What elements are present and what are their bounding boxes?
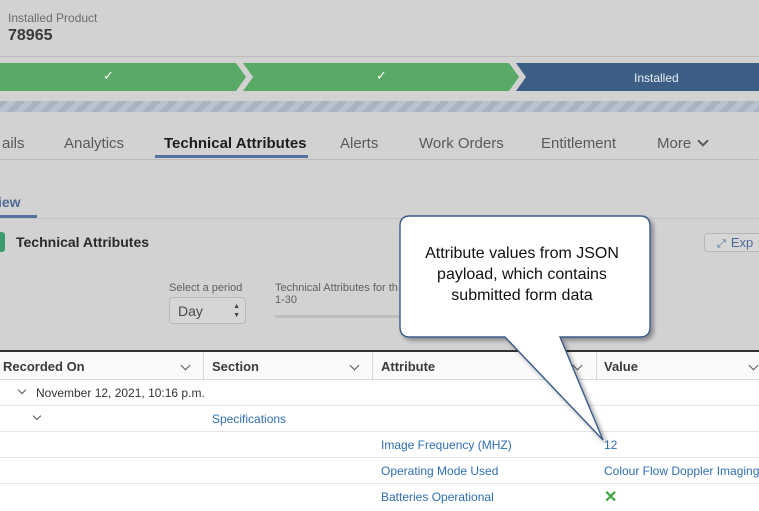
tab-entitlement[interactable]: Entitlement (541, 135, 616, 152)
subtab-divider (0, 218, 759, 219)
check-icon: ✓ (376, 68, 387, 83)
tab-more-label: More (657, 135, 692, 152)
column-divider (596, 352, 597, 381)
chevron-down-icon[interactable] (32, 411, 42, 421)
status-path: ✓ ✓ Installed (0, 63, 759, 91)
attribute-link[interactable]: Image Frequency (MHZ) (381, 438, 512, 452)
column-header-attribute[interactable]: Attribute (381, 359, 435, 374)
tab-more[interactable]: More (657, 135, 709, 152)
subtab-view[interactable]: iew (0, 194, 21, 210)
value-link[interactable]: Colour Flow Doppler Imaging (604, 464, 759, 478)
attribute-link[interactable]: Operating Mode Used (381, 464, 498, 478)
chevron-down-icon[interactable] (572, 360, 583, 371)
check-icon: ✓ (103, 68, 114, 83)
period-select[interactable]: Day ▲ ▼ (169, 297, 246, 324)
section-link[interactable]: Specifications (212, 412, 286, 426)
period-label: Select a period (169, 282, 243, 294)
path-stage-1[interactable] (0, 63, 246, 91)
recorded-on-cell: November 12, 2021, 10:16 p.m. (36, 386, 205, 400)
record-header: Installed Product 78965 (8, 11, 97, 45)
column-header-recorded-on[interactable]: Recorded On (3, 359, 85, 374)
record-type-label: Installed Product (8, 11, 98, 25)
expand-button[interactable]: ⤢ Exp (704, 233, 759, 252)
expand-icon: ⤢ (717, 238, 726, 250)
column-divider (372, 352, 373, 381)
tab-details[interactable]: ails (2, 135, 25, 152)
column-divider (203, 352, 204, 381)
record-number: 78965 (8, 27, 53, 44)
column-header-section[interactable]: Section (212, 359, 259, 374)
period-select-value: Day (178, 303, 203, 319)
tab-technical-attributes[interactable]: Technical Attributes (164, 135, 307, 152)
chevron-down-icon (697, 135, 709, 147)
value-link[interactable]: 12 (604, 438, 617, 452)
technical-attributes-table: Recorded On Section Attribute Value Nove… (0, 350, 759, 511)
path-stage-label: Installed (634, 71, 679, 85)
header-divider (0, 56, 759, 57)
range-label-text: Technical Attributes for th (275, 282, 398, 294)
tab-analytics[interactable]: Analytics (64, 135, 124, 152)
table-row: Batteries Operational ✕ (0, 484, 759, 510)
tab-alerts[interactable]: Alerts (340, 135, 378, 152)
range-label-value: 1-30 (275, 294, 298, 306)
column-header-value[interactable]: Value (604, 359, 638, 374)
table-row: Operating Mode Used Colour Flow Doppler … (0, 458, 759, 484)
attribute-link[interactable]: Batteries Operational (381, 490, 494, 504)
table-header: Recorded On Section Attribute Value (0, 350, 759, 381)
range-slider[interactable] (275, 315, 400, 318)
installed-product-page: Installed Product 78965 ✓ ✓ Installed ai… (0, 0, 759, 511)
tab-work-orders[interactable]: Work Orders (419, 135, 504, 152)
decorative-banner (0, 101, 759, 112)
active-tab-indicator (155, 155, 308, 158)
record-tabs: ails Analytics Technical Attributes Aler… (0, 124, 759, 160)
table-section-row: Specifications (0, 406, 759, 432)
chevron-down-icon[interactable] (17, 385, 27, 395)
table-group-row: November 12, 2021, 10:16 p.m. (0, 380, 759, 406)
card-title: Technical Attributes (16, 234, 150, 250)
chevron-down-icon[interactable] (180, 360, 191, 371)
x-icon: ✕ (604, 489, 618, 506)
chevron-down-icon[interactable] (748, 360, 759, 371)
expand-button-label: Exp (730, 235, 754, 250)
card-icon (0, 232, 5, 252)
technical-attributes-range-label: Technical Attributes for th 1-30 (275, 282, 398, 306)
table-row: Image Frequency (MHZ) 12 (0, 432, 759, 458)
chevron-down-icon[interactable] (349, 360, 360, 371)
select-arrows-icon: ▲ ▼ (233, 303, 240, 319)
